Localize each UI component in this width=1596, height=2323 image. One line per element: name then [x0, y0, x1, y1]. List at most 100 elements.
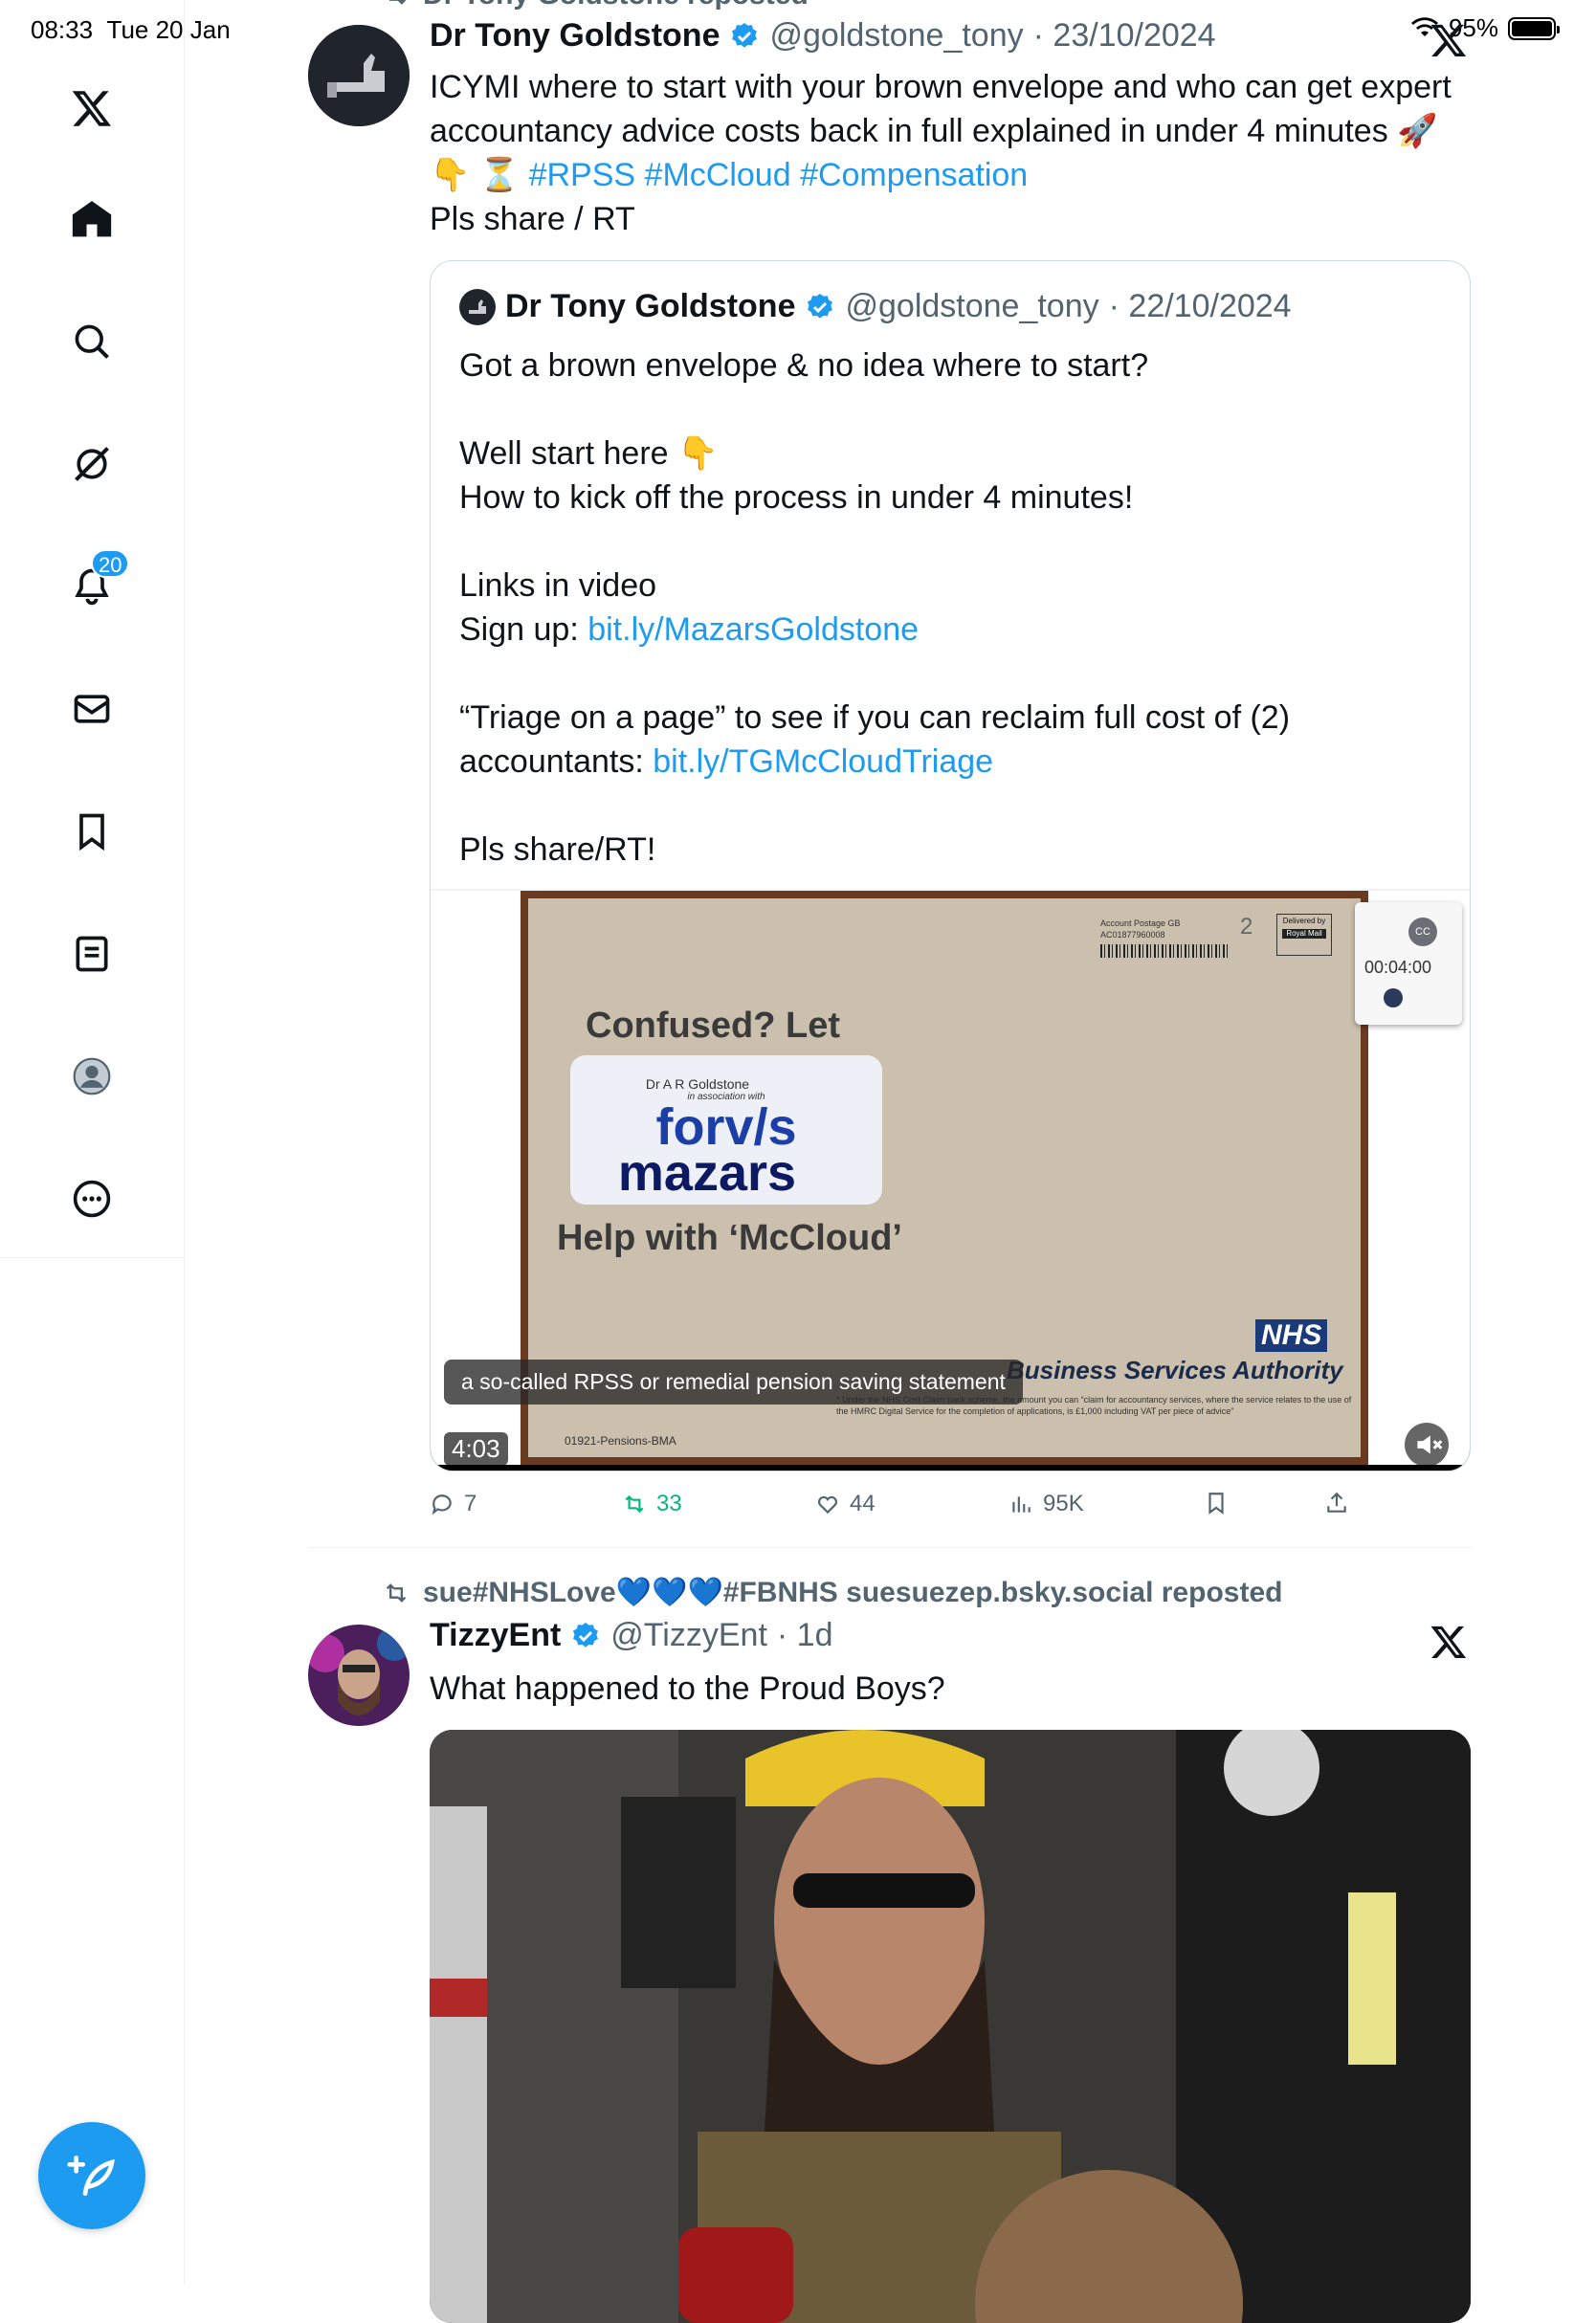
x-logo-icon[interactable] [58, 75, 125, 142]
home-icon[interactable] [58, 186, 125, 253]
emoji-text: 👇 ⏳ [430, 157, 521, 193]
bookmark-button[interactable] [1204, 1491, 1229, 1515]
author-name[interactable]: Dr Tony Goldstone [430, 17, 720, 55]
grok-x-icon[interactable] [1430, 1623, 1468, 1661]
more-icon[interactable] [58, 1165, 125, 1232]
views-button[interactable]: 95K [1009, 1491, 1084, 1517]
repost-indicator[interactable]: Dr Tony Goldstone reposted [383, 0, 809, 11]
like-count: 44 [850, 1491, 876, 1516]
tweet-header: TizzyEnt @TizzyEnt · 1d [430, 1617, 832, 1654]
views-icon [1012, 1496, 1031, 1513]
tweet-separator [308, 1547, 1472, 1548]
postage-label: Account Postage GB [1100, 918, 1181, 928]
repost-label: sue#NHSLove💙💙💙#FBNHS suesuezep.bsky.soci… [423, 1577, 1283, 1608]
tweet-date[interactable]: · 1d [777, 1617, 833, 1654]
like-button[interactable]: 44 [815, 1491, 876, 1517]
quoted-tweet[interactable]: Dr Tony Goldstone @goldstone_tony · 22/1… [430, 260, 1471, 1471]
tweet-date[interactable]: · 23/10/2024 [1033, 17, 1216, 55]
postage-class: 2 [1240, 914, 1253, 940]
barcode [1100, 944, 1229, 958]
quote-header: Dr Tony Goldstone @goldstone_tony · 22/1… [459, 288, 1292, 325]
pip-play-icon[interactable] [1384, 988, 1403, 1007]
views-count: 95K [1043, 1491, 1084, 1516]
envelope-addressee: Dr A R Goldstone [645, 1076, 750, 1092]
pip-time: 00:04:00 [1364, 958, 1432, 977]
author-name[interactable]: TizzyEnt [430, 1617, 561, 1654]
quote-line: Got a brown envelope & no idea where to … [459, 347, 1149, 384]
tweet-photo[interactable] [430, 1730, 1471, 2323]
quote-line: Pls share/RT! [459, 831, 656, 868]
repost-icon [386, 1582, 407, 1603]
profile-icon[interactable] [58, 1043, 125, 1110]
video-caption: a so-called RPSS or remedial pension sav… [444, 1360, 1023, 1405]
repost-indicator[interactable]: sue#NHSLove💙💙💙#FBNHS suesuezep.bsky.soci… [383, 1576, 1282, 1609]
video-duration: 4:03 [444, 1432, 508, 1466]
messages-icon[interactable] [58, 675, 125, 742]
repost-button[interactable]: 33 [622, 1491, 682, 1517]
tweet-line: ICYMI where to start with your brown env… [430, 69, 1452, 105]
account-number: AC01877960008 [1100, 930, 1165, 940]
hashtag-link[interactable]: #Compensation [800, 157, 1028, 193]
tweet-body: What happened to the Proud Boys? [430, 1670, 945, 1707]
compose-button[interactable] [38, 2122, 145, 2229]
quote-date: · 22/10/2024 [1108, 288, 1292, 324]
triage-link[interactable]: bit.ly/TGMcCloudTriage [653, 743, 993, 780]
lists-icon[interactable] [58, 920, 125, 987]
reply-icon [432, 1494, 452, 1515]
tweet-line: accountancy advice costs back in full ex… [430, 113, 1438, 149]
verified-badge-icon [573, 1622, 599, 1648]
sidebar-divider [0, 1257, 184, 1258]
quote-line-link: accountants: bit.ly/TGMcCloudTriage [459, 740, 1445, 784]
bookmark-icon [1208, 1493, 1224, 1515]
photo-image [430, 1730, 1471, 2323]
quote-author-name: Dr Tony Goldstone [505, 288, 796, 324]
envelope-window: Dr A R Goldstone in association with for… [570, 1055, 882, 1205]
notifications-icon[interactable]: 20 [58, 549, 130, 620]
nhs-logo: NHS [1255, 1319, 1328, 1352]
authority-text: Business Services Authority [1007, 1356, 1343, 1384]
share-icon [1327, 1492, 1346, 1513]
royal-mail-text: Royal Mail [1282, 929, 1326, 939]
repost-icon [389, 0, 407, 5]
share-button[interactable] [1324, 1491, 1349, 1515]
mute-icon[interactable] [1405, 1423, 1449, 1467]
signup-link[interactable]: bit.ly/MazarsGoldstone [587, 611, 919, 648]
heart-icon [818, 1495, 837, 1515]
author-handle[interactable]: @goldstone_tony [769, 17, 1023, 55]
reply-button[interactable]: 7 [430, 1491, 477, 1517]
tweet-line-hashtags: 👇 ⏳ #RPSS #McCloud #Compensation [430, 153, 1482, 197]
hashtag-link[interactable]: #RPSS [529, 157, 636, 193]
verified-badge-icon [808, 293, 833, 319]
grok-x-icon[interactable] [1430, 21, 1468, 59]
video-progress-bar[interactable] [431, 1465, 1470, 1471]
verified-badge-icon [732, 22, 758, 48]
quote-line-link: Sign up: bit.ly/MazarsGoldstone [459, 608, 1445, 652]
tweet-header: Dr Tony Goldstone @goldstone_tony · 23/1… [430, 17, 1216, 55]
quote-line: “Triage on a page” to see if you can rec… [459, 699, 1291, 736]
captions-icon[interactable]: CC [1408, 918, 1437, 946]
author-handle[interactable]: @TizzyEnt [610, 1617, 767, 1654]
quote-body: Got a brown envelope & no idea where to … [459, 343, 1445, 872]
tweet-body: ICYMI where to start with your brown env… [430, 65, 1482, 241]
envelope-subheadline: Help with ‘McCloud’ [557, 1218, 902, 1258]
quote-text: Sign up: [459, 611, 588, 648]
reference-text: 01921-Pensions-BMA [565, 1434, 676, 1448]
repost-count: 33 [656, 1491, 682, 1516]
sidebar: 20 [0, 0, 185, 2285]
hashtag-link[interactable]: #McCloud [645, 157, 791, 193]
pip-overlay[interactable]: CC 00:04:00 [1355, 902, 1462, 1025]
delivered-by-text: Delivered by [1282, 917, 1326, 925]
quote-line: Links in video [459, 567, 657, 604]
bookmarks-icon[interactable] [58, 798, 125, 865]
video-player[interactable]: Account Postage GB AC01877960008 2 Deliv… [431, 891, 1470, 1471]
grok-icon[interactable] [58, 431, 125, 498]
avatar[interactable] [308, 25, 410, 126]
search-icon[interactable] [58, 308, 125, 375]
quote-author-handle: @goldstone_tony [845, 288, 1099, 324]
envelope-headline: Confused? Let [586, 1006, 840, 1046]
quote-avatar [459, 288, 496, 325]
avatar[interactable] [308, 1625, 410, 1726]
notification-badge: 20 [91, 549, 130, 578]
reply-count: 7 [464, 1491, 477, 1516]
tweet-line: Pls share / RT [430, 201, 635, 237]
